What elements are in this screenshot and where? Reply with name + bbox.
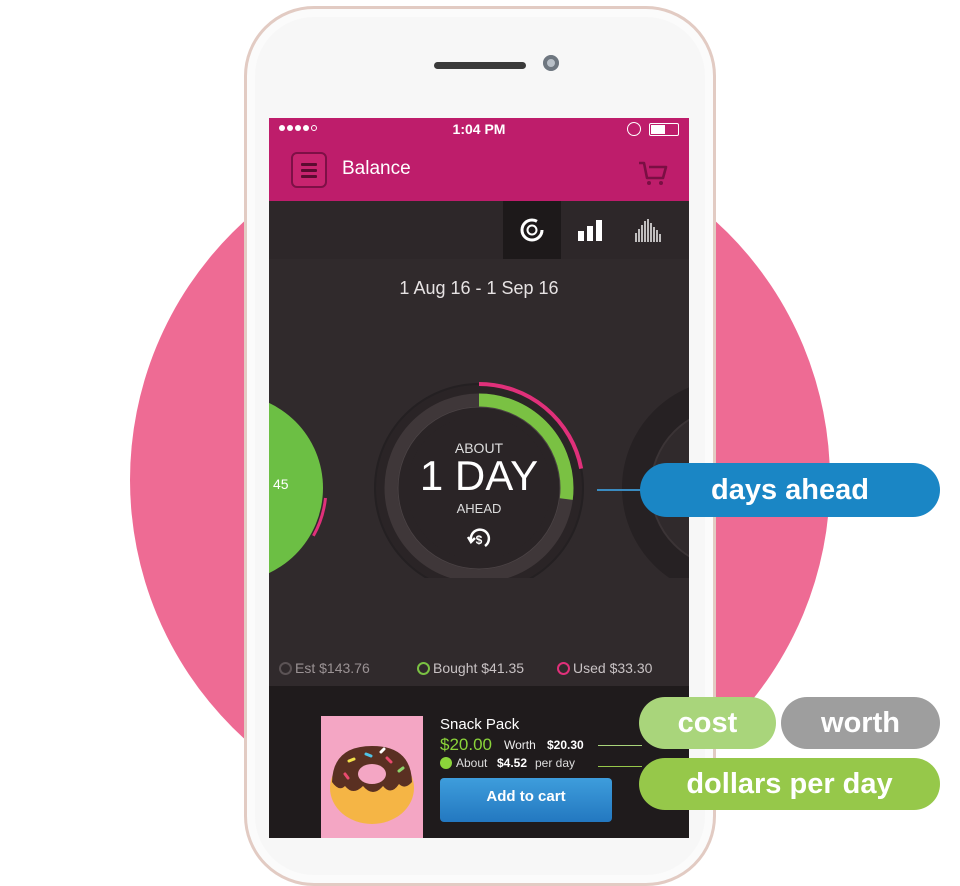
gauge-ahead-label: AHEAD xyxy=(456,501,502,516)
view-tabs xyxy=(269,201,689,259)
app-bar: Balance xyxy=(269,140,689,201)
bar-chart-icon xyxy=(578,220,602,241)
status-bar: 1:04 PM xyxy=(269,118,689,140)
cart-icon[interactable] xyxy=(637,158,669,186)
days-ahead-connector xyxy=(597,489,642,491)
tab-ring-gauge[interactable] xyxy=(503,201,561,259)
callout-worth: worth xyxy=(781,697,940,749)
date-range: 1 Aug 16 - 1 Sep 16 xyxy=(399,278,559,298)
per-day-icon xyxy=(440,757,452,769)
per-day-about: About xyxy=(456,756,488,770)
gauge-legend: Est $143.76 Bought $41.35 Used $33.30 xyxy=(269,660,689,680)
previous-gauge-value: 45 xyxy=(273,476,289,492)
legend-used: Used $33.30 xyxy=(557,660,652,676)
callout-cost: cost xyxy=(639,697,776,749)
battery-icon xyxy=(649,123,679,136)
tab-bar-chart[interactable] xyxy=(561,201,619,259)
phone-speaker xyxy=(434,62,526,69)
legend-estimate: Est $143.76 xyxy=(279,660,370,676)
ring-gauge-icon xyxy=(520,218,544,242)
cost-connector xyxy=(598,745,642,746)
rotation-lock-icon xyxy=(627,122,641,136)
donut-image xyxy=(321,716,423,838)
product-worth-label: Worth xyxy=(504,738,536,752)
histogram-icon xyxy=(635,219,661,242)
per-day-suffix: per day xyxy=(535,756,576,770)
phone-camera xyxy=(543,55,559,71)
dollar-refresh-icon[interactable]: $ xyxy=(465,524,493,552)
svg-text:$: $ xyxy=(476,533,483,547)
page-title: Balance xyxy=(342,158,411,179)
callout-dollars-per-day: dollars per day xyxy=(639,758,940,810)
product-card: Snack Pack $20.00 Worth $20.30 About $4.… xyxy=(269,686,689,838)
gauge-days-value: 1 DAY xyxy=(419,452,539,499)
legend-bought: Bought $41.35 xyxy=(417,660,524,676)
product-worth-value: $20.30 xyxy=(547,738,584,752)
callout-days-ahead: days ahead xyxy=(640,463,940,517)
status-time: 1:04 PM xyxy=(452,121,506,137)
per-day-value: $4.52 xyxy=(497,756,528,770)
app-screen: 1:04 PM Balance 1 Aug 16 - 1 Sep 16 45 A… xyxy=(269,118,689,838)
add-to-cart-button[interactable]: Add to cart xyxy=(440,778,612,822)
menu-button[interactable] xyxy=(291,152,327,188)
tab-histogram[interactable] xyxy=(619,201,677,259)
product-name: Snack Pack xyxy=(440,716,520,733)
product-price: $20.00 xyxy=(440,735,492,754)
per-day-connector xyxy=(598,766,642,767)
